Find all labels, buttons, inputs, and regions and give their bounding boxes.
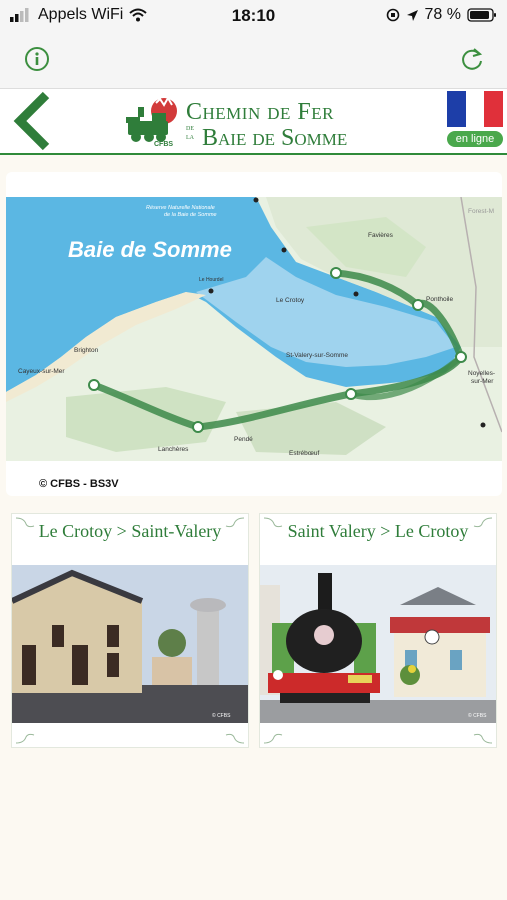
- map-label-lanchires: Lanchères: [158, 446, 189, 453]
- refresh-icon[interactable]: [459, 46, 485, 72]
- logo-la: la: [186, 131, 194, 141]
- french-flag-icon[interactable]: [447, 91, 504, 127]
- map-label-noyelles-2: sur-Mer: [471, 378, 494, 385]
- map-label-crotoy: Le Crotoy: [276, 297, 305, 304]
- top-toolbar: [0, 32, 507, 89]
- logo-de-la: de la: [186, 123, 194, 141]
- photo-credit-1: © CFBS: [212, 712, 231, 719]
- online-badge: en ligne: [447, 131, 503, 147]
- back-chevron-icon[interactable]: [12, 91, 56, 151]
- cfbs-logo: CFBS Chemin de Fer de la Baie de Somme: [124, 93, 382, 151]
- map-copyright: © CFBS - BS3V: [39, 478, 119, 490]
- logo-line-1: Chemin de Fer: [186, 99, 334, 125]
- map-reserve-label-1: Réserve Naturelle Nationale: [146, 205, 215, 211]
- trip-title: Saint Valery > Le Crotoy: [287, 521, 469, 541]
- map-label-pende: Pendé: [234, 436, 253, 443]
- route-map[interactable]: Baie de Somme Réserve Naturelle National…: [6, 197, 502, 461]
- map-label-brighton: Brighton: [74, 347, 99, 354]
- map-label-cayeux: Cayeux-sur-Mer: [18, 368, 65, 375]
- trip-card-crotoy-to-stvalery[interactable]: Le Crotoy > Saint-Valery © CFBS: [11, 513, 249, 748]
- route-map-card: Baie de Somme Réserve Naturelle National…: [6, 172, 502, 496]
- location-arrow-icon: [406, 9, 418, 21]
- crotoy-station-photo: © CFBS: [12, 565, 248, 723]
- map-label-forest: Forest-M: [468, 208, 494, 215]
- orientation-lock-icon: [386, 8, 399, 22]
- map-label-hourdel: Le Hourdel: [199, 277, 223, 283]
- ornament-bottom-left-icon: [263, 733, 283, 744]
- status-bar: Appels WiFi 18:10 78 %: [0, 0, 507, 32]
- ornament-bottom-left-icon: [15, 733, 35, 744]
- map-label-ponthoile: Ponthoile: [426, 296, 453, 303]
- map-label-noyelles-1: Noyelles-: [468, 370, 495, 377]
- map-label-favieres: Favières: [368, 232, 394, 239]
- steam-train-photo: © CFBS: [260, 565, 496, 723]
- ornament-bottom-right-icon: [473, 733, 493, 744]
- photo-credit-2: © CFBS: [468, 712, 487, 719]
- steam-locomotive-icon: [126, 95, 177, 146]
- map-label-estrebeuf: Estrébœuf: [289, 450, 320, 457]
- info-icon[interactable]: [24, 46, 50, 72]
- ornament-bottom-right-icon: [225, 733, 245, 744]
- app-header: CFBS Chemin de Fer de la Baie de Somme e…: [0, 89, 507, 155]
- battery-icon: [467, 8, 496, 22]
- map-reserve-label-2: de la Baie de Somme: [164, 212, 217, 218]
- logo-line-2: Baie de Somme: [202, 125, 348, 151]
- status-right: 78 %: [386, 6, 497, 24]
- logo-cfbs-tag: CFBS: [154, 141, 174, 148]
- map-title: Baie de Somme: [68, 237, 232, 262]
- trip-title: Le Crotoy > Saint-Valery: [38, 521, 222, 541]
- battery-percent: 78 %: [424, 6, 461, 23]
- map-label-stvalery: St-Valery-sur-Somme: [286, 352, 348, 359]
- trip-card-stvalery-to-crotoy[interactable]: Saint Valery > Le Crotoy © CFBS: [259, 513, 497, 748]
